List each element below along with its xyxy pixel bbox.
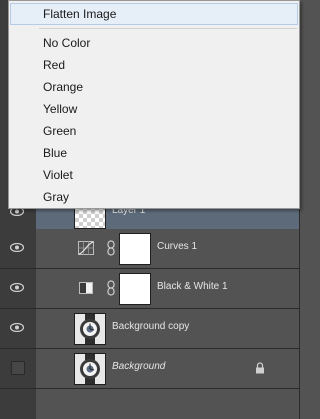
layer-thumbnail-watch [74,353,106,385]
menu-item-gray[interactable]: Gray [10,186,298,208]
menu-separator [39,28,297,29]
eye-icon [10,243,24,252]
layer-thumbnail-watch [74,313,106,345]
menu-item-label: Violet [43,168,73,182]
layer-row-black-white-1[interactable]: Black & White 1 [0,269,299,309]
menu-item-red[interactable]: Red [10,54,298,76]
chain-link-icon[interactable] [107,280,115,296]
layer-row-background[interactable]: Background [0,349,299,389]
black-white-icon [79,282,93,294]
layer-name[interactable]: Background copy [112,321,189,332]
lock-icon [256,362,264,374]
layer-mask-thumbnail[interactable] [119,273,151,305]
menu-item-violet[interactable]: Violet [10,164,298,186]
menu-item-label: No Color [43,36,91,50]
menu-item-label: Yellow [43,102,78,116]
menu-item-flatten-image[interactable]: Flatten Image [10,3,298,25]
menu-item-blue[interactable]: Blue [10,142,298,164]
menu-item-label: Blue [43,146,68,160]
menu-item-green[interactable]: Green [10,120,298,142]
menu-item-label: Orange [43,80,84,94]
hidden-visibility-box [11,361,25,375]
visibility-toggle[interactable] [0,229,36,269]
eye-icon [10,323,24,332]
curves-icon [78,241,94,255]
layer-mask-thumbnail[interactable] [119,233,151,265]
menu-item-yellow[interactable]: Yellow [10,98,298,120]
layer-context-menu: Flatten Image No Color Red Orange Yellow… [8,0,300,209]
eye-icon [10,283,24,292]
menu-item-orange[interactable]: Orange [10,76,298,98]
menu-item-label: Flatten Image [43,7,117,21]
chain-link-icon[interactable] [107,240,115,256]
visibility-toggle[interactable] [0,309,36,349]
watch-icon [75,354,105,384]
layer-name[interactable]: Background [112,361,165,372]
visibility-toggle[interactable] [0,269,36,309]
layer-name[interactable]: Curves 1 [157,241,197,252]
visibility-toggle[interactable] [0,349,36,389]
layer-row-curves-1[interactable]: Curves 1 [0,229,299,269]
menu-item-label: Green [43,124,77,138]
layer-row-background-copy[interactable]: Background copy [0,309,299,349]
menu-item-label: Gray [43,190,70,204]
watch-icon [75,314,105,344]
menu-item-label: Red [43,58,66,72]
layer-name[interactable]: Black & White 1 [157,281,228,292]
menu-item-no-color[interactable]: No Color [10,32,298,54]
